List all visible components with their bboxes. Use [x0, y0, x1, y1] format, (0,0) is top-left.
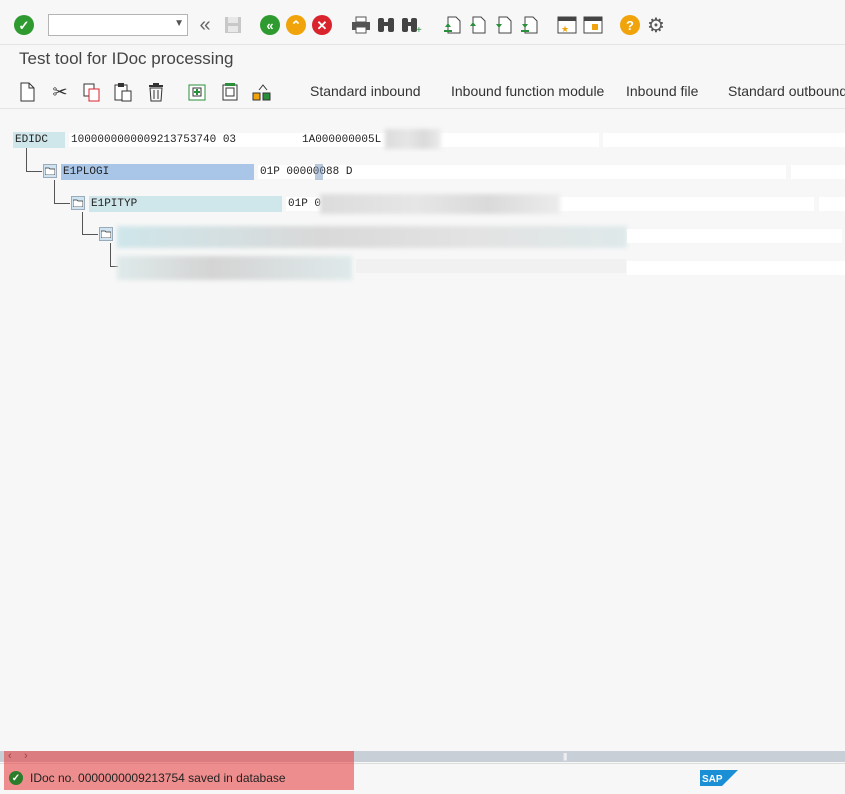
control-record-value: 1000000000009213753740 03	[71, 134, 237, 146]
folder-icon[interactable]	[43, 164, 57, 178]
first-page-icon[interactable]	[441, 14, 463, 36]
new-document-icon[interactable]	[16, 81, 38, 103]
tree-connector	[110, 243, 111, 267]
print-icon[interactable]	[350, 14, 372, 36]
delete-icon[interactable]	[145, 81, 167, 103]
segment-field-2	[627, 261, 845, 275]
tree-connector	[54, 203, 70, 204]
segment-field	[356, 259, 626, 273]
create-shortcut-icon[interactable]	[582, 14, 604, 36]
next-page-icon[interactable]	[492, 14, 514, 36]
paste-icon[interactable]	[112, 81, 134, 103]
control-record-value-2: 1A000000005L	[302, 134, 382, 146]
tree-connector	[26, 171, 42, 172]
redacted-block	[385, 129, 441, 149]
status-message[interactable]: IDoc no. 0000000009213754 saved in datab…	[30, 771, 286, 785]
tree-connector	[82, 212, 83, 235]
success-icon: ✓	[9, 771, 23, 785]
svg-text:SAP: SAP	[702, 774, 723, 785]
svg-text:+: +	[416, 25, 422, 34]
command-field[interactable]: ▼	[48, 14, 188, 36]
folder-icon[interactable]	[71, 196, 85, 210]
tree-connector	[82, 234, 98, 235]
text-cursor	[315, 164, 323, 180]
previous-page-icon[interactable]	[466, 14, 488, 36]
system-toolbar: ✓ ▼ « « ⌃ ✕ + ★ ? ⚙	[0, 0, 845, 45]
standard-inbound-button[interactable]: Standard inbound	[310, 83, 421, 99]
insert-segment-icon[interactable]	[186, 81, 208, 103]
application-toolbar: ✂ Standard inbound Inbound function modu…	[0, 76, 845, 109]
back-icon[interactable]: «	[259, 14, 281, 36]
chevron-down-icon[interactable]: ▼	[174, 18, 184, 29]
copy-icon[interactable]	[80, 81, 102, 103]
find-icon[interactable]	[375, 14, 397, 36]
segment-node-e1pityp[interactable]: E1PITYP	[89, 196, 282, 212]
enter-icon[interactable]: ✓	[13, 14, 35, 36]
inbound-function-module-button[interactable]: Inbound function module	[451, 83, 604, 99]
control-record-node[interactable]: EDIDC	[13, 132, 65, 148]
edit-segment-icon[interactable]	[219, 81, 241, 103]
sap-logo-icon: SAP	[700, 770, 738, 786]
segment-node-e1plogi[interactable]: E1PLOGI	[61, 164, 254, 180]
standard-outbound-button[interactable]: Standard outbound	[728, 83, 845, 99]
inbound-file-button[interactable]: Inbound file	[626, 83, 698, 99]
tree-connector	[26, 148, 27, 172]
redacted-block	[117, 256, 352, 280]
scrollbar-grip-icon[interactable]: |||	[563, 752, 567, 761]
redacted-block	[320, 194, 560, 214]
segment-value-e1pityp: 01P 0	[288, 198, 322, 210]
segment-field-2	[819, 197, 845, 211]
page-title: Test tool for IDoc processing	[19, 49, 234, 68]
svg-text:★: ★	[561, 24, 569, 34]
segment-field	[627, 229, 842, 243]
folder-icon[interactable]	[99, 227, 113, 241]
help-icon[interactable]: ?	[619, 14, 641, 36]
partner-icon[interactable]	[251, 81, 273, 103]
segment-value-e1plogi: 01P 00000088 D	[260, 166, 353, 178]
cut-icon[interactable]: ✂	[49, 81, 71, 103]
last-page-icon[interactable]	[518, 14, 540, 36]
control-record-field-2	[603, 133, 845, 147]
find-next-icon[interactable]: +	[401, 14, 423, 36]
create-session-icon[interactable]: ★	[556, 14, 578, 36]
cancel-icon[interactable]: ✕	[311, 14, 333, 36]
segment-field-2	[791, 165, 845, 179]
exit-icon[interactable]: ⌃	[285, 14, 307, 36]
save-icon[interactable]	[222, 14, 244, 36]
redacted-block	[117, 226, 627, 248]
settings-icon[interactable]: ⚙	[645, 14, 667, 37]
collapse-icon[interactable]: «	[194, 14, 216, 36]
tree-connector	[54, 180, 55, 204]
